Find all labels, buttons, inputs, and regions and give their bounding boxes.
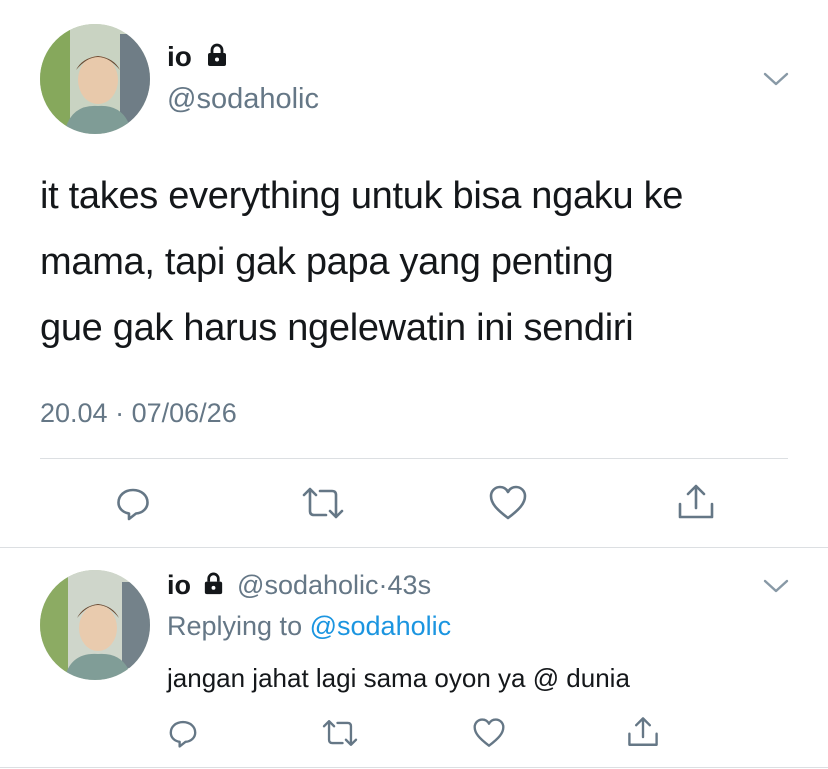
like-button[interactable] — [488, 484, 528, 522]
share-icon — [628, 717, 658, 746]
replying-to: Replying to @sodaholic — [167, 611, 451, 642]
reply-name[interactable]: io — [167, 570, 191, 600]
retweet-icon — [302, 487, 344, 519]
reply-reply-button[interactable] — [167, 717, 199, 749]
tweet-separator — [0, 547, 828, 548]
reply-age[interactable]: 43s — [388, 570, 432, 600]
tweet-timestamp[interactable]: 20.04 · 07/06/26 — [40, 398, 237, 429]
reply-header: io @sodaholic·43s — [167, 570, 431, 603]
meta-separator: · — [115, 398, 125, 428]
reply-avatar[interactable] — [40, 570, 150, 680]
lock-icon — [201, 571, 226, 603]
retweet-button[interactable] — [300, 484, 346, 522]
lock-icon — [204, 42, 230, 75]
reply-button[interactable] — [114, 484, 152, 522]
tweet-text: it takes everything untuk bisa ngaku ke … — [40, 163, 810, 361]
replying-to-label: Replying to — [167, 611, 303, 641]
retweet-icon — [322, 720, 358, 746]
tweet-line: gue gak harus ngelewatin ini sendiri — [40, 307, 634, 349]
bottom-separator — [0, 767, 828, 768]
reply-icon — [169, 720, 197, 748]
main-name-text: io — [167, 41, 192, 72]
reply-handle[interactable]: @sodaholic — [237, 570, 379, 600]
main-display-name[interactable]: io — [167, 41, 230, 75]
tweet-line: it takes everything untuk bisa ngaku ke — [40, 175, 684, 217]
tweet-time: 20.04 — [40, 398, 108, 428]
reply-menu-chevron-down-icon[interactable] — [762, 577, 790, 595]
main-handle[interactable]: @sodaholic — [167, 83, 319, 116]
tweet-date: 07/06/26 — [131, 398, 237, 428]
reply-retweet-button[interactable] — [320, 717, 360, 749]
reply-icon — [117, 488, 149, 521]
main-avatar[interactable] — [40, 24, 150, 134]
chevron-down-icon[interactable] — [762, 70, 790, 88]
share-icon — [678, 484, 714, 519]
reply-text: jangan jahat lagi sama oyon ya @ dunia — [167, 663, 630, 693]
heart-icon — [473, 718, 505, 747]
reply-separator: · — [378, 570, 388, 600]
share-button[interactable] — [676, 482, 716, 522]
reply-like-button[interactable] — [472, 717, 506, 749]
heart-icon — [489, 485, 527, 520]
replying-to-handle[interactable]: @sodaholic — [310, 611, 452, 641]
tweet-line: mama, tapi gak papa yang penting — [40, 241, 614, 283]
reply-share-button[interactable] — [626, 715, 660, 749]
divider — [40, 458, 788, 459]
